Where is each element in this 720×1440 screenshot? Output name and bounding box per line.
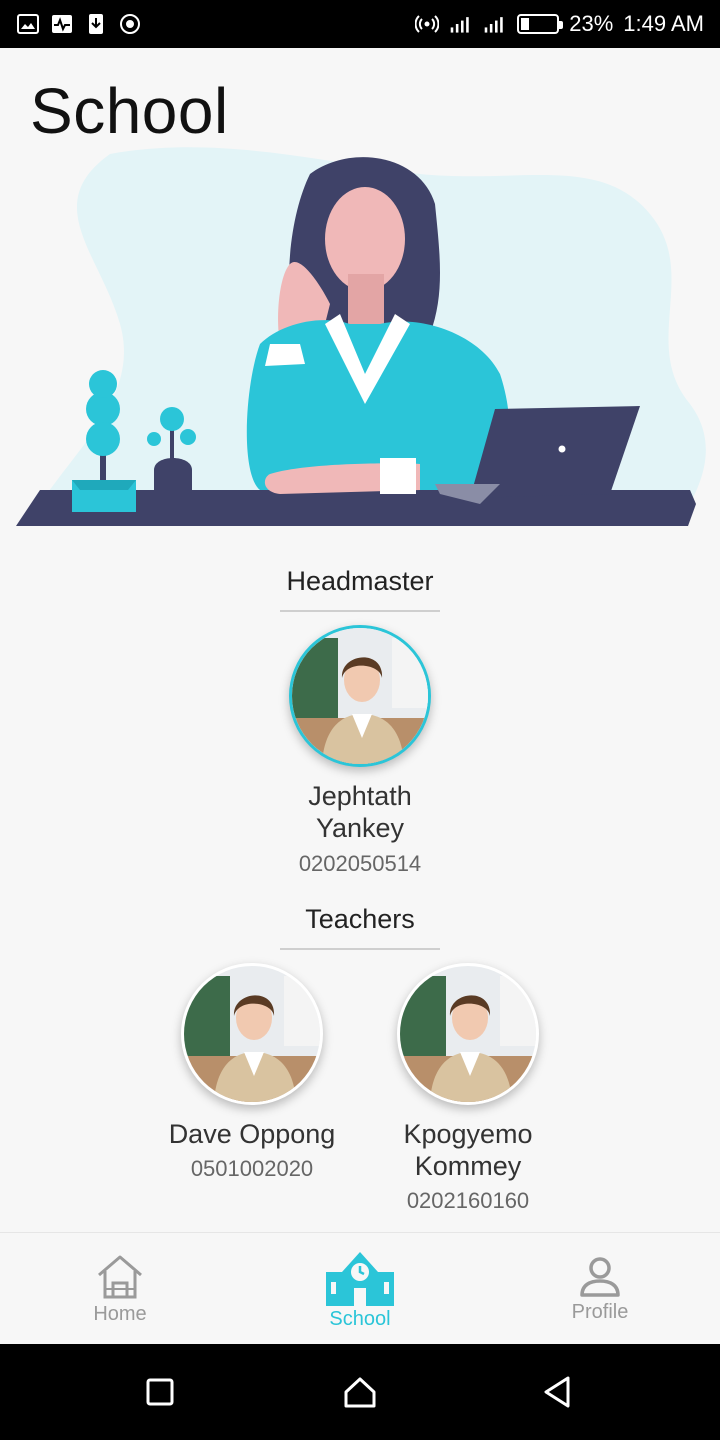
system-indicators: 23% 1:49 AM	[415, 11, 704, 37]
headmaster-phone: 0202050514	[298, 851, 422, 876]
record-icon	[120, 14, 140, 34]
nav-profile[interactable]: Profile	[480, 1233, 720, 1344]
teacher-avatar[interactable]	[397, 963, 539, 1105]
notification-icons	[16, 12, 142, 36]
teachers-divider	[280, 948, 440, 950]
battery-icon	[517, 14, 564, 34]
status-bar: 23% 1:49 AM	[0, 0, 720, 48]
nav-school-label: School	[329, 1307, 391, 1330]
nav-home[interactable]: Home	[0, 1233, 240, 1344]
headmaster-name-line1: Jephtath	[308, 781, 412, 811]
person-photo	[292, 628, 428, 764]
profile-icon	[580, 1256, 620, 1297]
headmaster-section-title: Headmaster	[286, 566, 434, 596]
nav-school[interactable]: School	[240, 1233, 480, 1344]
headmaster-avatar[interactable]	[289, 625, 431, 767]
signal-icon	[484, 17, 503, 33]
teacher-phone: 0202160160	[406, 1188, 530, 1213]
hotspot-icon	[415, 15, 440, 33]
headmaster-name-line2: Yankey	[315, 813, 405, 843]
clock: 1:49 AM	[623, 11, 704, 36]
recent-apps-icon[interactable]	[140, 1372, 180, 1412]
activity-icon	[52, 15, 72, 33]
app-screen: School Headmaster Jephtath Yankey 020205…	[0, 48, 720, 1344]
person-photo	[184, 966, 320, 1102]
teacher-avatar[interactable]	[181, 963, 323, 1105]
page-title: School	[30, 75, 229, 147]
battery-percent: 23%	[569, 11, 614, 36]
teacher-name: Kpogyemo Kommey	[338, 1118, 598, 1182]
person-photo	[400, 966, 536, 1102]
school-icon	[326, 1251, 394, 1306]
bottom-navigation: Home School Profile	[0, 1232, 720, 1344]
gallery-icon	[17, 14, 39, 34]
signal-icon	[450, 17, 469, 33]
headmaster-name: Jephtath Yankey	[210, 780, 510, 844]
home-icon	[98, 1255, 142, 1298]
nav-profile-label: Profile	[571, 1300, 629, 1323]
teacher-name-line2: Kommey	[414, 1151, 522, 1181]
teacher-name-line1: Kpogyemo	[403, 1119, 533, 1149]
back-icon[interactable]	[538, 1372, 578, 1412]
teachers-section-title: Teachers	[305, 904, 415, 934]
nav-home-label: Home	[93, 1302, 147, 1325]
download-icon	[89, 14, 103, 34]
headmaster-divider	[280, 610, 440, 612]
home-system-icon[interactable]	[340, 1372, 380, 1412]
system-navigation-bar	[0, 1344, 720, 1440]
teacher-illustration	[16, 147, 706, 526]
